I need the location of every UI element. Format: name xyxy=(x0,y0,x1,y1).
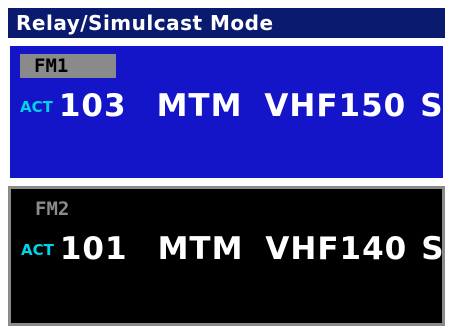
page-title: Relay/Simulcast Mode xyxy=(8,8,445,38)
fm2-panel[interactable]: FM2 ACT 101 MTM VHF140 S xyxy=(8,186,445,326)
fm1-tag: FM1 xyxy=(20,54,116,78)
fm1-rf-band: VHF150 xyxy=(264,88,407,124)
fm2-tag: FM2 xyxy=(35,198,70,220)
fm1-act-label: ACT xyxy=(20,98,53,116)
fm2-suffix: S xyxy=(421,231,445,267)
fm1-panel[interactable]: FM1 ACT 103 MTM VHF150 S xyxy=(8,44,445,180)
fm2-status-row: ACT 101 MTM VHF140 S xyxy=(21,229,445,269)
fm2-channel: 101 xyxy=(59,231,128,267)
fm1-mode: MTM xyxy=(156,88,243,124)
fm2-act-label: ACT xyxy=(21,241,54,259)
fm2-mode: MTM xyxy=(157,231,244,267)
fm1-suffix: S xyxy=(420,88,444,124)
fm1-channel: 103 xyxy=(58,88,127,124)
fm2-rf-band: VHF140 xyxy=(265,231,408,267)
fm1-status-row: ACT 103 MTM VHF150 S xyxy=(20,86,444,126)
